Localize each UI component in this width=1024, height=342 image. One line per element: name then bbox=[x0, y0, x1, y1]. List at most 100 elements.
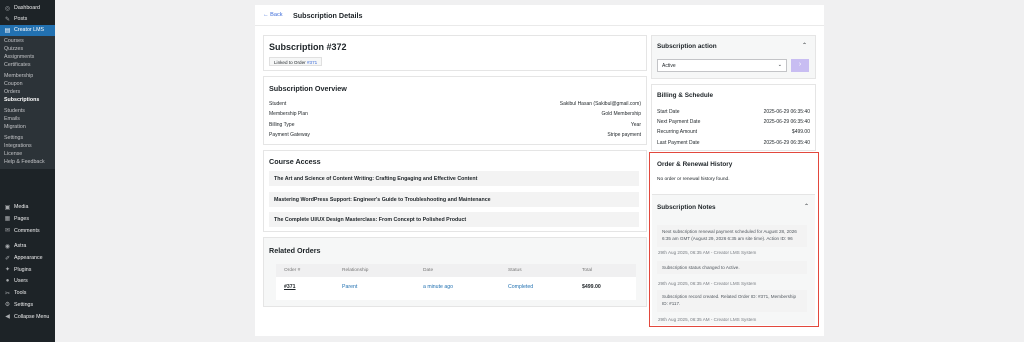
status-select[interactable]: Active ⌄ bbox=[657, 59, 787, 72]
sidebar-item-pages[interactable]: ▦ Pages bbox=[0, 214, 55, 225]
subscription-card: Subscription #372 Linked to Order #371 bbox=[263, 35, 647, 71]
action-card: Subscription action ⌃ Active ⌄ › bbox=[651, 35, 816, 79]
overview-title: Subscription Overview bbox=[269, 84, 347, 93]
overview-key: Membership Plan bbox=[269, 111, 308, 118]
sidebar-item-users[interactable]: ● Users bbox=[0, 276, 55, 287]
note-meta: 29th Aug 2025, 06:35 AM - Creator LMS Sy… bbox=[658, 317, 757, 322]
col-date: Date bbox=[423, 268, 434, 273]
col-status: Status bbox=[508, 268, 522, 273]
overview-value: Sakibul Hasan (Sakibul@gmail.com) bbox=[559, 101, 641, 107]
note-item: Subscription record created. Related Ord… bbox=[657, 290, 807, 312]
note-item: Next subscription renewal payment schedu… bbox=[657, 225, 807, 247]
overview-row: Payment Gateway Stripe payment bbox=[269, 132, 641, 142]
sidebar-item-plugins[interactable]: ✦ Plugins bbox=[0, 265, 55, 276]
billing-key: Recurring Amount bbox=[657, 129, 698, 136]
col-total: Total bbox=[582, 268, 593, 273]
sidebar-item-label: Creator LMS bbox=[14, 27, 45, 34]
order-link[interactable]: #371 bbox=[284, 284, 296, 290]
course-access-title: Course Access bbox=[269, 157, 321, 166]
sidebar-item-comments[interactable]: ✉ Comments bbox=[0, 225, 55, 236]
back-link[interactable]: ← Back bbox=[263, 12, 283, 18]
page-header: ← Back Subscription Details bbox=[255, 5, 824, 26]
course-item[interactable]: Mastering WordPress Support: Engineer's … bbox=[269, 191, 639, 207]
course-item[interactable]: The Art and Science of Content Writing: … bbox=[269, 171, 639, 186]
sidebar-item-appearance[interactable]: ✐ Appearance bbox=[0, 253, 55, 264]
apply-action-label: › bbox=[798, 61, 802, 68]
sidebar-item-dashboard[interactable]: ◎ Dashboard bbox=[0, 3, 55, 14]
comments-icon: ✉ bbox=[4, 228, 11, 235]
settings-icon: ⚙ bbox=[4, 302, 11, 309]
submenu-item-quizzes[interactable]: Quizzes bbox=[0, 46, 55, 54]
submenu-item-migration[interactable]: Migration bbox=[0, 124, 55, 132]
submenu-item-coupon[interactable]: Coupon bbox=[0, 81, 55, 89]
chevron-up-icon[interactable]: ⌃ bbox=[802, 42, 807, 49]
sidebar-item-collapse-menu[interactable]: ◀ Collapse Menu bbox=[0, 311, 55, 322]
submenu-item-students[interactable]: Students bbox=[0, 108, 55, 116]
sidebar-item-label: Posts bbox=[14, 16, 28, 23]
plugins-icon: ✦ bbox=[4, 267, 11, 274]
linked-order-link[interactable]: #371 bbox=[307, 60, 317, 65]
submenu-item-orders[interactable]: Orders bbox=[0, 89, 55, 97]
sidebar-submenu: Courses Quizzes Assignments Certificates Mem… bbox=[0, 36, 55, 169]
sidebar-item-label: Users bbox=[14, 278, 28, 285]
submenu-item-emails[interactable]: Emails bbox=[0, 116, 55, 124]
admin-sidebar: ◎ Dashboard ✎ Posts ▤ Creator LMS Courses Quizz… bbox=[0, 0, 55, 342]
sidebar-item-settings[interactable]: ⚙ Settings bbox=[0, 300, 55, 311]
sidebar-item-label: Collapse Menu bbox=[14, 313, 50, 320]
notes-card: Subscription Notes ⌃ Next subscription r… bbox=[652, 194, 815, 325]
billing-value: 2025-06-29 06:35:40 bbox=[763, 109, 810, 115]
billing-value: $499.00 bbox=[791, 129, 810, 136]
course-access-card: Course Access The Art and Science of Con… bbox=[263, 150, 647, 232]
chevron-up-icon[interactable]: ⌃ bbox=[804, 203, 809, 210]
col-relationship: Relationship bbox=[342, 268, 369, 273]
submenu-item-assignments[interactable]: Assignments bbox=[0, 54, 55, 62]
billing-title: Billing & Schedule bbox=[657, 92, 714, 99]
billing-value: 2025-06-29 06:35:40 bbox=[763, 119, 810, 126]
dashboard-icon: ◎ bbox=[4, 5, 11, 12]
billing-card: Billing & Schedule Start Date 2025-06-29 … bbox=[651, 84, 816, 151]
creator-lms-icon: ▤ bbox=[4, 27, 11, 34]
related-orders-title: Related Orders bbox=[269, 246, 321, 255]
sidebar-item-astra[interactable]: ◉ Astra bbox=[0, 241, 55, 252]
sidebar-item-media[interactable]: ▣ Media bbox=[0, 202, 55, 213]
sidebar-item-tools[interactable]: ✂ Tools bbox=[0, 288, 55, 299]
submenu-item-subscriptions[interactable]: Subscriptions bbox=[0, 97, 55, 105]
sidebar-item-label: Media bbox=[14, 204, 29, 211]
billing-key: Start Date bbox=[657, 109, 680, 115]
sidebar-item-label: Plugins bbox=[14, 266, 32, 273]
submenu-item-courses[interactable]: Courses bbox=[0, 38, 55, 46]
tools-icon: ✂ bbox=[4, 290, 11, 297]
overview-key: Student bbox=[269, 101, 287, 107]
sidebar-item-label: Tools bbox=[14, 290, 27, 297]
billing-row: Next Payment Date 2025-06-29 06:35:40 bbox=[657, 119, 810, 129]
history-title: Order & Renewal History bbox=[657, 161, 733, 168]
course-item[interactable]: The Complete UI/UX Design Masterclass: F… bbox=[269, 212, 639, 227]
submenu-item-integrations[interactable]: Integrations bbox=[0, 143, 55, 151]
submenu-item-help-feedback[interactable]: Help & Feedback bbox=[0, 159, 55, 167]
sidebar-item-posts[interactable]: ✎ Posts bbox=[0, 14, 55, 25]
overview-row: Billing Type Year bbox=[269, 122, 641, 132]
overview-key: Payment Gateway bbox=[269, 131, 310, 138]
linked-label: Linked to Order bbox=[274, 60, 306, 65]
sidebar-item-label: Comments bbox=[14, 227, 40, 234]
pages-icon: ▦ bbox=[4, 216, 11, 223]
note-meta: 29th Aug 2025, 06:35 AM - Creator LMS Sy… bbox=[658, 281, 757, 286]
overview-value: Year bbox=[630, 121, 641, 128]
submenu-item-license[interactable]: License bbox=[0, 151, 55, 159]
orders-table-header: Order # Relationship Date Status Total bbox=[276, 264, 636, 277]
subscription-title: Subscription #372 bbox=[269, 42, 347, 52]
apply-action-button[interactable]: › bbox=[791, 59, 809, 72]
sidebar-item-label: Astra bbox=[14, 243, 27, 250]
billing-row: Last Payment Date 2025-06-29 06:35:40 bbox=[657, 140, 810, 150]
sidebar-item-creator-lms[interactable]: ▤ Creator LMS bbox=[0, 25, 55, 36]
submenu-item-certificates[interactable]: Certificates bbox=[0, 62, 55, 70]
submenu-item-settings[interactable]: Settings bbox=[0, 135, 55, 143]
notes-title: Subscription Notes bbox=[657, 204, 716, 211]
orders-table: Order # Relationship Date Status Total #… bbox=[276, 264, 636, 300]
history-card: Order & Renewal History No order or rene… bbox=[652, 155, 815, 193]
submenu-item-membership[interactable]: Membership bbox=[0, 73, 55, 81]
collapse-icon: ◀ bbox=[5, 314, 10, 321]
col-order: Order # bbox=[284, 268, 301, 273]
overview-row: Student Sakibul Hasan (Sakibul@gmail.com) bbox=[269, 101, 641, 111]
sidebar-item-label: Appearance bbox=[14, 255, 43, 262]
